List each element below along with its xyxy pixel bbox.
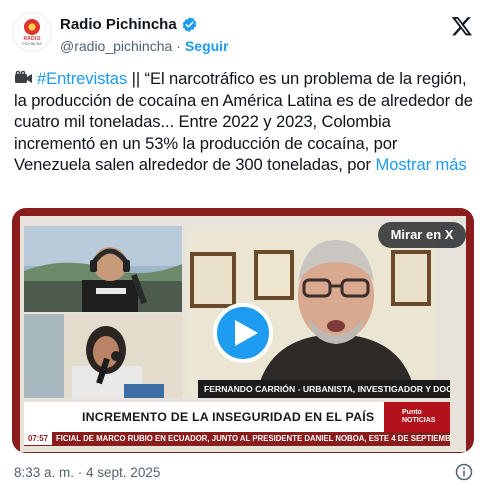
x-logo-icon[interactable]	[451, 15, 473, 37]
headline-chyron: INCREMENTO DE LA INSEGURIDAD EN EL PAÍS	[24, 402, 384, 432]
handle[interactable]: @radio_pichincha	[60, 38, 172, 54]
watch-on-x-button[interactable]: Mirar en X	[378, 222, 466, 248]
follow-button[interactable]: Seguir	[185, 38, 229, 54]
show-more-link[interactable]: Mostrar más	[375, 155, 466, 174]
play-button[interactable]	[213, 303, 273, 363]
ticker-time: 07:57	[24, 432, 52, 445]
video-panel-host	[24, 226, 182, 312]
avatar[interactable]: RADIO PICHINCHA	[12, 12, 52, 52]
author-name-row: Radio Pichincha	[60, 16, 198, 33]
ticker-text: FICIAL DE MARCO RUBIO EN ECUADOR, JUNTO …	[55, 434, 450, 443]
handle-row: @radio_pichincha · Seguir	[60, 38, 229, 54]
tweet-card: RADIO PICHINCHA Radio Pichincha @radio_p…	[0, 0, 487, 490]
info-icon[interactable]	[455, 463, 473, 481]
hashtag-link[interactable]: #Entrevistas	[37, 69, 127, 88]
guest-name-chyron: FERNANDO CARRIÓN - URBANISTA, INVESTIGAD…	[198, 380, 450, 398]
verified-badge-icon	[182, 17, 196, 32]
avatar-logo-subtext: PICHINCHA	[22, 41, 42, 46]
tweet-text: #Entrevistas || “El narcotráfico es un p…	[14, 68, 476, 176]
post-timestamp[interactable]: 8:33 a. m. · 4 sept. 2025	[14, 465, 160, 480]
video-camera-icon	[15, 70, 32, 83]
play-icon	[235, 320, 258, 346]
punto-noticias-logo: Punto NOTICIAS	[384, 402, 450, 432]
logo-line-2: NOTICIAS	[402, 417, 436, 424]
news-ticker: 07:57 FICIAL DE MARCO RUBIO EN ECUADOR, J…	[24, 432, 450, 446]
logo-line-1: Punto	[402, 409, 422, 416]
display-name[interactable]: Radio Pichincha	[60, 16, 177, 33]
radio-pichincha-logo-icon	[24, 18, 40, 35]
video-panel-cohost	[24, 314, 182, 398]
separator-dot: ·	[176, 38, 181, 54]
